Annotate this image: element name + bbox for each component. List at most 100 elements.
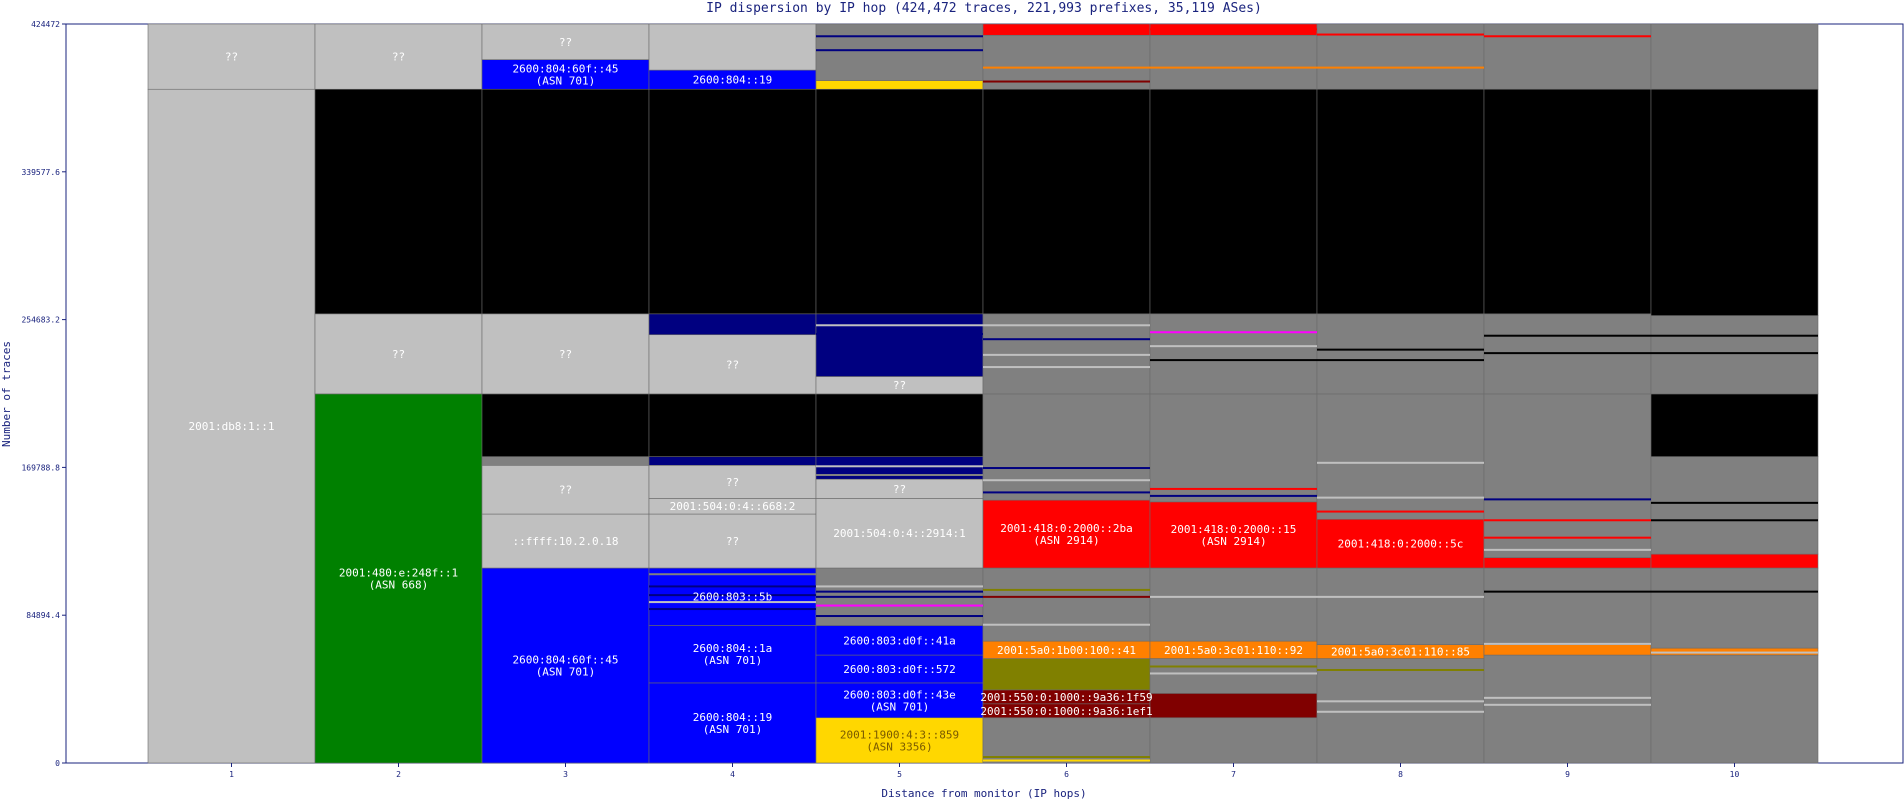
block-hop9-3 <box>1483 557 1652 569</box>
stripe-hop4-0 <box>649 585 816 588</box>
stripe-hop6-17 <box>983 595 1150 598</box>
stripe-hop8-48 <box>1317 461 1484 464</box>
stripe-hop5-8 <box>816 595 983 598</box>
block-hop3-4 <box>481 393 650 457</box>
stripe-hop5-11 <box>816 465 983 468</box>
x-tick-label: 3 <box>563 770 568 779</box>
block-hop7-2 <box>1149 658 1318 694</box>
stripe-hop6-26 <box>983 66 1150 69</box>
stripe-hop8-49 <box>1317 66 1484 69</box>
block-sublabel: (ASN 701) <box>536 74 596 87</box>
stripe-hop8-44 <box>1317 496 1484 499</box>
block-label: 2001:550:0:1000::9a36:1f59 <box>980 691 1152 704</box>
stripe-hop4-4 <box>649 573 816 576</box>
y-tick-label: 0 <box>55 759 60 768</box>
stripe-hop8-41 <box>1317 668 1484 671</box>
block-hop2-2 <box>314 88 483 315</box>
y-tick-label: 84894.4 <box>26 611 60 620</box>
stripe-hop9-53 <box>1484 519 1651 522</box>
block-hop7-0 <box>1149 717 1318 764</box>
block-hop10-6 <box>1650 315 1819 395</box>
block-label: 2001:504:0:4::2914:1 <box>833 527 965 540</box>
stripe-hop8-50 <box>1317 33 1484 36</box>
stripe-hop10-67 <box>1651 651 1818 654</box>
stripe-hop4-3 <box>649 608 816 611</box>
block-hop10-0 <box>1650 654 1819 764</box>
stripe-hop7-32 <box>1150 665 1317 668</box>
block-label: ?? <box>225 51 238 64</box>
stripe-hop5-13 <box>816 332 983 335</box>
stripe-hop7-36 <box>1150 359 1317 362</box>
block-sublabel: (ASN 701) <box>703 723 763 736</box>
block-label: 2600:803::5b <box>693 591 772 604</box>
x-tick-label: 7 <box>1231 770 1236 779</box>
x-tick-label: 6 <box>1064 770 1069 779</box>
block-hop10-4 <box>1650 456 1819 555</box>
block-hop10-7 <box>1650 88 1819 316</box>
block-hop10-5 <box>1650 393 1819 457</box>
stripe-hop9-58 <box>1484 352 1651 355</box>
x-tick-label: 2 <box>396 770 401 779</box>
x-axis-label: Distance from monitor (IP hops) <box>881 787 1086 800</box>
stripe-hop6-29 <box>983 759 1150 762</box>
stripe-hop5-10 <box>816 473 983 476</box>
stripe-hop9-56 <box>1484 703 1651 706</box>
block-label: ?? <box>392 51 405 64</box>
block-hop9-4 <box>1483 393 1652 558</box>
stripe-hop9-57 <box>1484 696 1651 699</box>
block-hop4-9 <box>648 313 817 336</box>
block-label: ::ffff:10.2.0.18 <box>513 535 619 548</box>
block-hop6-7 <box>982 393 1151 501</box>
block-hop9-6 <box>1483 88 1652 315</box>
stripe-hop10-62 <box>1651 590 1818 593</box>
stripe-hop6-23 <box>983 366 1150 369</box>
block-hop6-11 <box>982 23 1151 36</box>
block-sublabel: (ASN 668) <box>369 578 429 591</box>
block-hop8-5 <box>1316 313 1485 395</box>
stripe-hop5-7 <box>816 604 983 607</box>
block-hop9-1 <box>1483 644 1652 656</box>
stripe-hop10-65 <box>1651 352 1818 355</box>
x-axis: 1 2 3 4 5 6 7 8 9 10 <box>229 763 1739 779</box>
x-tick-label: 8 <box>1398 770 1403 779</box>
block-hop7-8 <box>1149 88 1318 315</box>
ip-dispersion-chart: IP dispersion by IP hop (424,472 traces,… <box>0 1 1904 800</box>
stripe-hop5-14 <box>816 35 983 38</box>
block-hop10-8 <box>1650 23 1819 90</box>
block-hop7-1 <box>1149 693 1318 719</box>
block-hop5-11 <box>815 88 984 315</box>
stripe-hop8-40 <box>1317 595 1484 598</box>
stripe-hop7-31 <box>1150 672 1317 675</box>
y-tick-label: 339577.6 <box>21 168 60 177</box>
block-hop8-4 <box>1316 393 1485 520</box>
block-label: 2001:550:0:1000::9a36:1ef1 <box>980 705 1152 718</box>
stripe-hop8-46 <box>1317 359 1484 362</box>
stripe-hop6-19 <box>983 491 1150 494</box>
stripe-hop7-39 <box>1150 66 1317 69</box>
stripe-hop9-55 <box>1484 548 1651 551</box>
block-hop6-5 <box>982 567 1151 642</box>
stripe-hop9-61 <box>1484 35 1651 38</box>
stripe-hop5-9 <box>816 615 983 618</box>
block-hop6-3 <box>982 658 1151 691</box>
block-label: 2001:5a0:3c01:110::92 <box>1164 644 1303 657</box>
block-hop10-3 <box>1650 553 1819 569</box>
block-hop6-9 <box>982 88 1151 315</box>
stripe-hop6-18 <box>983 623 1150 626</box>
block-label: 2001:5a0:3c01:110::85 <box>1331 646 1470 659</box>
stripe-hop6-24 <box>983 338 1150 341</box>
block-label: ?? <box>392 348 405 361</box>
stripe-hop7-34 <box>1150 487 1317 490</box>
stripe-hop6-22 <box>983 353 1150 356</box>
block-hop5-10 <box>815 313 984 377</box>
block-sublabel: (ASN 2914) <box>1200 535 1266 548</box>
stripe-hop7-37 <box>1150 331 1317 334</box>
stripe-hop8-45 <box>1317 510 1484 513</box>
x-tick-label: 10 <box>1730 770 1740 779</box>
stripe-hop7-38 <box>1150 28 1317 31</box>
stripe-hop8-47 <box>1317 348 1484 351</box>
stripe-hop7-33 <box>1150 494 1317 497</box>
x-tick-label: 1 <box>229 770 234 779</box>
block-sublabel: (ASN 701) <box>703 654 763 667</box>
block-label: ?? <box>893 483 906 496</box>
